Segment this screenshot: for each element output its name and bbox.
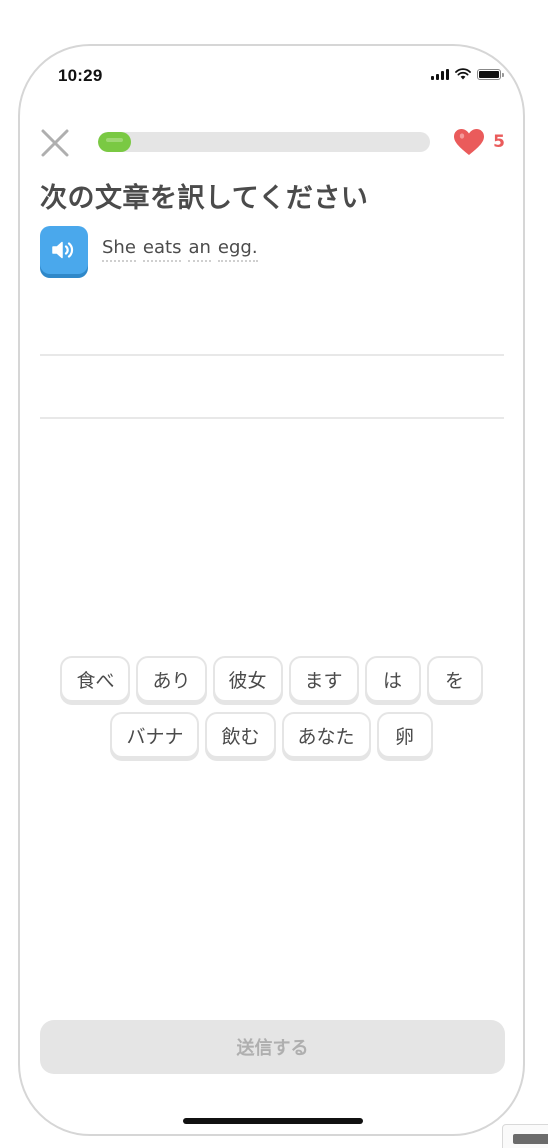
prompt-title: 次の文章を訳してください [40, 183, 369, 214]
source-sentence-row: She eats an egg. [40, 226, 258, 274]
answer-area-line-1[interactable] [40, 354, 504, 356]
word-tile[interactable]: は [364, 656, 421, 702]
lesson-header: 5 [40, 126, 505, 160]
word-tile[interactable]: を [426, 656, 483, 702]
status-bar: 10:29 [20, 46, 523, 106]
lesson-progress-fill [98, 132, 132, 152]
word-bank-row-1: 食べ あり 彼女 ます は を [60, 656, 483, 702]
status-time: 10:29 [58, 66, 103, 85]
wifi-icon [455, 68, 471, 80]
hearts-count: 5 [493, 132, 505, 152]
lesson-progress-bar [98, 132, 430, 152]
home-indicator[interactable] [183, 1118, 363, 1124]
battery-level [479, 70, 499, 78]
word-tile[interactable]: あなた [281, 712, 371, 758]
play-audio-button[interactable] [40, 226, 88, 274]
battery-icon [477, 68, 504, 80]
speaker-icon [52, 241, 74, 259]
corner-widget-bar [513, 1134, 548, 1144]
word-tile[interactable]: 卵 [376, 712, 433, 758]
sentence-word[interactable]: egg. [217, 237, 258, 262]
word-tile[interactable]: 飲む [205, 712, 276, 758]
sentence-word[interactable]: an [188, 237, 211, 262]
heart-icon [454, 129, 485, 155]
submit-button[interactable]: 送信する [40, 1020, 505, 1074]
word-tile[interactable]: あり [136, 656, 207, 702]
word-tile[interactable]: 食べ [60, 656, 131, 702]
source-sentence: She eats an egg. [102, 237, 258, 262]
hearts-counter[interactable]: 5 [453, 128, 505, 156]
close-icon [41, 129, 69, 157]
cellular-signal-icon [431, 68, 449, 80]
close-button[interactable] [40, 128, 70, 158]
word-bank: 食べ あり 彼女 ます は を バナナ 飲む あなた 卵 [20, 656, 523, 758]
word-bank-row-2: バナナ 飲む あなた 卵 [110, 712, 433, 758]
sentence-word[interactable]: eats [142, 237, 182, 262]
status-icons [431, 68, 504, 80]
sentence-word[interactable]: She [102, 237, 136, 262]
corner-widget[interactable] [502, 1124, 548, 1148]
word-tile[interactable]: ます [288, 656, 359, 702]
word-tile[interactable]: 彼女 [212, 656, 283, 702]
word-tile[interactable]: バナナ [110, 712, 200, 758]
answer-area-line-2[interactable] [40, 417, 504, 419]
phone-frame: 10:29 5 次の文章を訳してください She eats an egg. 食べ… [18, 44, 525, 1136]
